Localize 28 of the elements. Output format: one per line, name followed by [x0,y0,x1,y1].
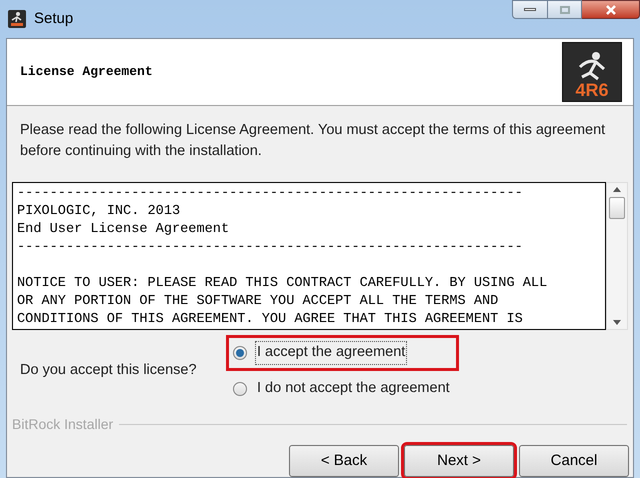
installer-label: BitRock Installer [12,415,114,434]
scroll-down-icon[interactable] [613,320,621,325]
scrollbar[interactable] [606,182,628,330]
scroll-thumb[interactable] [609,197,625,219]
window-title: Setup [34,8,74,29]
license-line: End User License Agreement [17,221,230,239]
radio-button[interactable] [233,346,247,360]
license-line: OR ANY PORTION OF THE SOFTWARE YOU ACCEPT ALL THE TERMS AND [17,293,500,311]
page-heading: License Agreement [20,63,153,82]
dialog-button[interactable]: Next > [404,445,514,477]
license-line: NOTICE TO USER: PLEASE READ THIS CONTRACT CAREFULLY. BY USING ALL [17,275,548,293]
dialog-button[interactable]: < Back [289,445,399,477]
product-logo: 4R6 [562,42,622,102]
close-button[interactable] [582,0,640,19]
maximize-button[interactable] [548,0,582,19]
question-label: Do you accept this license? [20,361,198,380]
app-icon [8,10,26,28]
instructions-text: Please read the following License Agreement. You must accept the terms of this agreement before continuing with the installation. [19,121,606,161]
radio-option[interactable]: I do not accept the agreement [229,374,456,404]
license-line: CONDITIONS OF THIS AGREEMENT. YOU AGREE THAT THIS AGREEMENT IS [17,311,524,329]
license-line: -------------------------------------------------------------- [17,185,524,203]
radio-button[interactable] [233,382,247,396]
scroll-up-icon[interactable] [613,187,621,192]
minimize-button[interactable] [512,0,548,19]
license-line: -------------------------------------------------------------- [17,239,524,257]
close-icon [604,4,616,14]
license-line: PIXOLOGIC, INC. 2013 [17,203,182,221]
dialog-button[interactable]: Cancel [519,445,629,477]
